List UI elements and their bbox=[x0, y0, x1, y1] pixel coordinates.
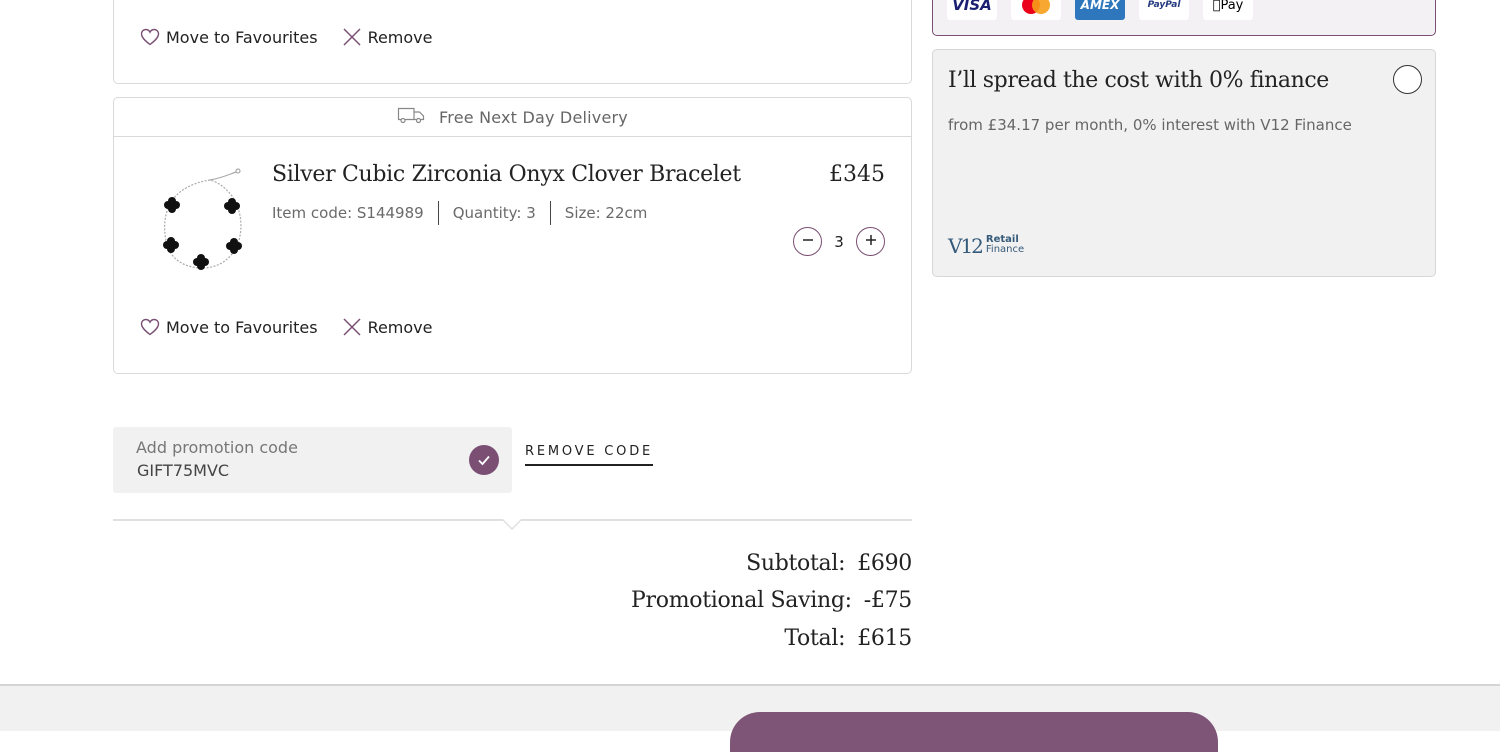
promo-code-label: Add promotion code bbox=[136, 438, 298, 457]
product-image[interactable] bbox=[152, 164, 250, 276]
finance-title: I’ll spread the cost with 0% finance bbox=[948, 68, 1329, 93]
promotional-saving-row: Promotional Saving: -£75 bbox=[631, 588, 912, 613]
amex-icon: AMEX bbox=[1075, 0, 1125, 20]
mastercard-icon bbox=[1011, 0, 1061, 20]
decrease-quantity-button[interactable] bbox=[793, 227, 822, 256]
move-to-favourites-button[interactable]: Move to Favourites bbox=[140, 318, 318, 337]
promo-applied-check-icon bbox=[469, 445, 499, 475]
cart-item-card: Free Next Day Delivery Silver Cubic Zirc… bbox=[113, 97, 912, 374]
finance-subtitle: from £34.17 per month, 0% interest with … bbox=[948, 116, 1352, 134]
checkout-button[interactable] bbox=[730, 712, 1218, 752]
remove-code-button[interactable]: REMOVE CODE bbox=[525, 444, 654, 466]
delivery-truck-icon bbox=[397, 106, 425, 128]
total-value: £615 bbox=[857, 626, 912, 651]
product-meta: Item code: S144989 Quantity: 3 Size: 22c… bbox=[272, 201, 647, 225]
promotional-saving-label: Promotional Saving: bbox=[631, 588, 852, 613]
visa-icon: VISA bbox=[947, 0, 997, 20]
quantity-text: Quantity: 3 bbox=[452, 204, 536, 222]
heart-icon bbox=[140, 28, 160, 46]
quantity-value[interactable]: 3 bbox=[822, 233, 856, 251]
promotional-saving-value: -£75 bbox=[863, 588, 913, 613]
pay-with-card-option[interactable]: VISA AMEX PayPal Pay bbox=[932, 0, 1436, 36]
close-icon bbox=[342, 317, 362, 337]
move-to-favourites-label: Move to Favourites bbox=[166, 317, 318, 337]
product-title[interactable]: Silver Cubic Zirconia Onyx Clover Bracel… bbox=[272, 162, 741, 187]
move-to-favourites-button[interactable]: Move to Favourites bbox=[140, 28, 318, 47]
promo-code-field[interactable]: Add promotion code GIFT75MVC bbox=[113, 427, 512, 493]
total-row: Total: £615 bbox=[784, 626, 912, 651]
delivery-text: Free Next Day Delivery bbox=[439, 107, 628, 127]
increase-quantity-button[interactable] bbox=[856, 227, 885, 256]
apple-pay-icon: Pay bbox=[1203, 0, 1253, 20]
meta-separator bbox=[549, 201, 551, 225]
product-price: £345 bbox=[829, 162, 885, 187]
finance-radio-button[interactable] bbox=[1393, 65, 1422, 94]
paypal-icon: PayPal bbox=[1139, 0, 1189, 20]
remove-button[interactable]: Remove bbox=[342, 27, 433, 47]
close-icon bbox=[342, 27, 362, 47]
payment-logos: VISA AMEX PayPal Pay bbox=[947, 0, 1253, 20]
minus-icon bbox=[801, 232, 815, 251]
meta-separator bbox=[437, 201, 439, 225]
delivery-banner: Free Next Day Delivery bbox=[114, 98, 911, 137]
move-to-favourites-label: Move to Favourites bbox=[166, 27, 318, 47]
promo-code-value[interactable]: GIFT75MVC bbox=[137, 461, 229, 480]
subtotal-label: Subtotal: bbox=[746, 551, 846, 576]
cart-item-card-previous: Move to Favourites Remove bbox=[113, 0, 912, 84]
item-actions: Move to Favourites Remove bbox=[140, 317, 433, 337]
heart-icon bbox=[140, 318, 160, 336]
size-text: Size: 22cm bbox=[564, 204, 648, 222]
quantity-stepper: 3 bbox=[793, 227, 885, 256]
subtotal-row: Subtotal: £690 bbox=[746, 551, 912, 576]
item-actions: Move to Favourites Remove bbox=[140, 27, 433, 47]
total-label: Total: bbox=[784, 626, 846, 651]
finance-option-card[interactable]: I’ll spread the cost with 0% finance fro… bbox=[932, 49, 1436, 277]
plus-icon bbox=[864, 232, 878, 251]
remove-label: Remove bbox=[367, 27, 433, 47]
v12-retail-finance-logo: V12 Retail Finance bbox=[948, 234, 1025, 258]
divider-notch-fill bbox=[503, 519, 521, 528]
remove-label: Remove bbox=[367, 317, 433, 337]
remove-button[interactable]: Remove bbox=[342, 317, 433, 337]
subtotal-value: £690 bbox=[857, 551, 912, 576]
item-code: Item code: S144989 bbox=[272, 204, 424, 222]
